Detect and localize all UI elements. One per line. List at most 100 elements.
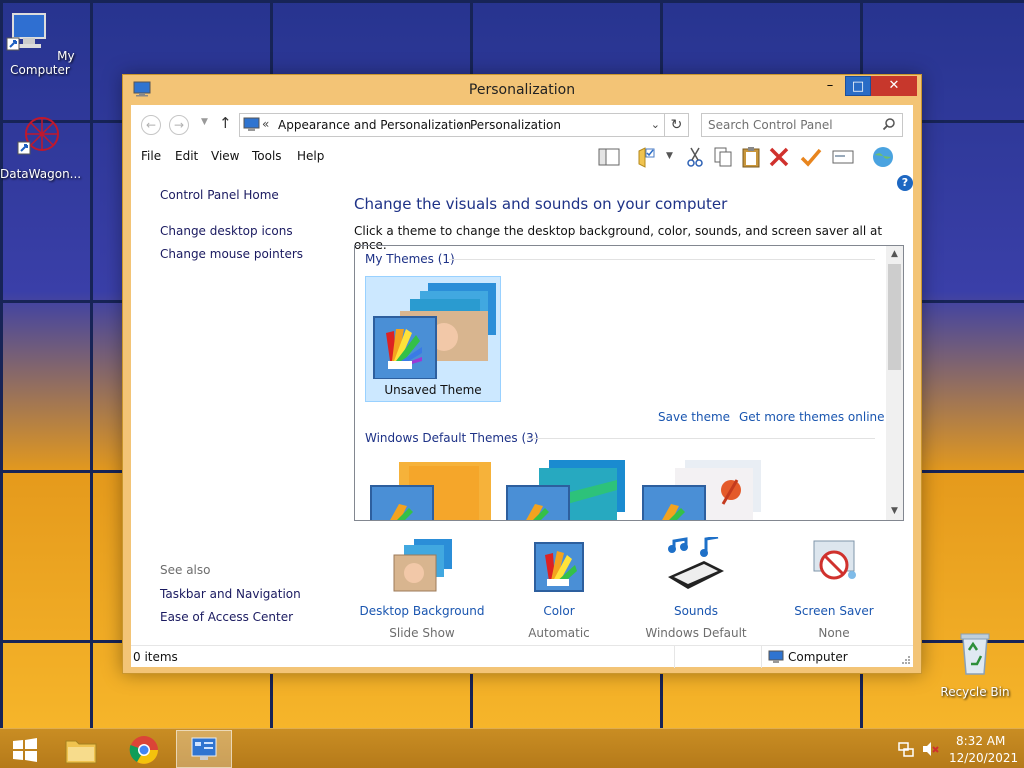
sounds-link[interactable]: Sounds: [621, 604, 771, 618]
delete-icon[interactable]: [767, 145, 791, 169]
options-dropdown-arrow[interactable]: ▼: [666, 151, 673, 161]
windows-logo-icon: [13, 738, 37, 762]
title-bar[interactable]: Personalization – □ ✕: [123, 75, 921, 105]
desktop-background-value: Slide Show: [389, 626, 455, 640]
change-mouse-pointers-link[interactable]: Change mouse pointers: [160, 247, 303, 261]
menu-tools[interactable]: Tools: [252, 149, 282, 163]
paste-icon[interactable]: [739, 145, 763, 169]
color-item[interactable]: Color Automatic: [484, 537, 634, 640]
clock-time[interactable]: 8:32 AM: [956, 734, 1005, 748]
address-bar[interactable]: « Appearance and Personalization › Perso…: [239, 113, 665, 137]
status-bar: 0 items Computer: [131, 645, 913, 668]
desktop-background-icon: [393, 539, 452, 592]
folder-icon: [65, 740, 97, 764]
help-icon[interactable]: ?: [897, 175, 913, 191]
scroll-thumb[interactable]: [888, 264, 901, 370]
ease-of-access-link[interactable]: Ease of Access Center: [160, 610, 293, 624]
network-icon[interactable]: [898, 741, 914, 757]
breadcrumb-appearance[interactable]: Appearance and Personalization: [278, 118, 471, 132]
color-palette-icon: [534, 542, 584, 592]
screen-saver-icon: [813, 540, 856, 580]
search-box[interactable]: [701, 113, 903, 137]
control-panel-home-link[interactable]: Control Panel Home: [160, 188, 279, 202]
taskbar-file-explorer[interactable]: [54, 730, 110, 768]
screen-saver-item[interactable]: Screen Saver None: [759, 537, 909, 640]
theme-flowers[interactable]: [641, 460, 769, 521]
sounds-item[interactable]: Sounds Windows Default: [621, 535, 771, 640]
breadcrumb-separator[interactable]: ›: [458, 117, 463, 131]
computer-icon: [768, 650, 784, 663]
recent-locations-dropdown[interactable]: ▼: [201, 117, 208, 127]
address-toolbar: ← → ▼ ↑ « Appearance and Personalization…: [131, 105, 913, 141]
control-panel-icon: [243, 117, 260, 131]
get-more-themes-link[interactable]: Get more themes online: [739, 410, 885, 424]
menu-help[interactable]: Help: [297, 149, 324, 163]
save-theme-link[interactable]: Save theme: [658, 410, 730, 424]
desktop-icon-recycle-bin[interactable]: Recycle Bin: [935, 630, 1015, 699]
scroll-down-arrow[interactable]: ▼: [886, 503, 903, 520]
maximize-button[interactable]: □: [845, 76, 871, 96]
breadcrumb-personalization[interactable]: Personalization: [470, 118, 561, 132]
start-button[interactable]: [0, 730, 56, 768]
search-input[interactable]: [708, 117, 874, 133]
my-themes-header[interactable]: My Themes (1): [365, 252, 455, 266]
color-link[interactable]: Color: [484, 604, 634, 618]
minimize-button[interactable]: –: [817, 76, 843, 96]
menu-view[interactable]: View: [211, 149, 239, 163]
theme-label: Unsaved Theme: [384, 383, 482, 397]
screen-saver-link[interactable]: Screen Saver: [759, 604, 909, 618]
window-title: Personalization: [468, 82, 576, 98]
taskbar-control-panel[interactable]: [176, 730, 232, 768]
copy-icon[interactable]: [711, 145, 735, 169]
computer-icon: [6, 13, 47, 51]
taskbar: 8:32 AM 12/20/2021: [0, 728, 1024, 768]
theme-unsaved[interactable]: Unsaved Theme: [365, 276, 501, 402]
color-value: Automatic: [528, 626, 590, 640]
theme-windows[interactable]: [369, 460, 497, 521]
scroll-up-arrow[interactable]: ▲: [886, 246, 903, 263]
search-icon[interactable]: [882, 117, 896, 131]
menu-file[interactable]: File: [141, 149, 161, 163]
address-overflow[interactable]: «: [262, 117, 269, 131]
close-button[interactable]: ✕: [871, 76, 917, 96]
taskbar-navigation-link[interactable]: Taskbar and Navigation: [160, 587, 301, 601]
status-location: Computer: [788, 650, 848, 664]
themes-scrollbar[interactable]: ▲ ▼: [886, 246, 903, 520]
folder-options-icon[interactable]: [635, 145, 659, 169]
clock-date[interactable]: 12/20/2021: [949, 751, 1018, 765]
see-also-heading: See also: [160, 563, 211, 577]
resize-grip-icon[interactable]: [901, 655, 911, 665]
screen-saver-value: None: [818, 626, 850, 640]
cut-icon[interactable]: [683, 145, 707, 169]
desktop-icon-datawagon[interactable]: DataWagon...: [0, 112, 82, 181]
default-themes-header[interactable]: Windows Default Themes (3): [365, 431, 539, 445]
chevron-down-icon[interactable]: ⌄: [651, 118, 660, 131]
checkmark-icon[interactable]: [799, 145, 823, 169]
forward-button[interactable]: →: [169, 115, 189, 135]
desktop-icon-label: Recycle Bin: [940, 685, 1010, 699]
change-desktop-icons-link[interactable]: Change desktop icons: [160, 224, 293, 238]
back-button[interactable]: ←: [141, 115, 161, 135]
desktop-icon-my-computer[interactable]: My Computer: [0, 8, 80, 77]
properties-icon[interactable]: [831, 145, 855, 169]
menu-bar: File Edit View Tools Help ▼: [131, 143, 913, 171]
up-button[interactable]: ↑: [219, 114, 232, 132]
theme-lines-and-colors[interactable]: [505, 460, 633, 521]
desktop-background-item[interactable]: Desktop Background Slide Show: [347, 537, 497, 640]
personalization-window: Personalization – □ ✕ ← → ▼ ↑ « Appearan…: [122, 74, 922, 674]
sounds-value: Windows Default: [645, 626, 747, 640]
themes-list[interactable]: My Themes (1) Unsaved Theme Save theme G…: [354, 245, 904, 521]
menu-edit[interactable]: Edit: [175, 149, 198, 163]
volume-muted-icon[interactable]: [922, 741, 940, 757]
theme-preview-image: [373, 283, 496, 379]
taskbar-chrome[interactable]: [116, 730, 172, 768]
sounds-icon: [668, 535, 724, 589]
refresh-button[interactable]: ↻: [665, 113, 689, 137]
desktop-background-link[interactable]: Desktop Background: [347, 604, 497, 618]
layout-pane-icon[interactable]: [597, 145, 621, 169]
desktop-icon-label: DataWagon...: [0, 167, 82, 181]
datawagon-logo-icon: [17, 117, 59, 155]
recycle-bin-icon: [960, 633, 990, 675]
status-item-count: 0 items: [133, 650, 178, 664]
globe-icon[interactable]: [871, 145, 895, 169]
